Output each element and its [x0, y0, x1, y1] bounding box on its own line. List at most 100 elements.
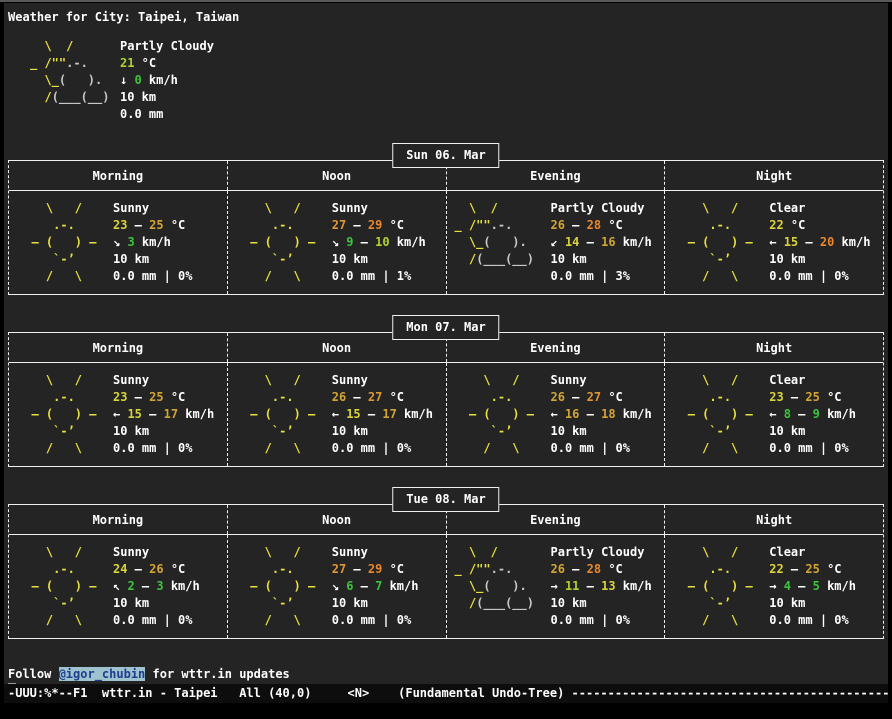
- forecast-cell: \ / .-. – ( ) – `-’ / \Sunny26 – 27 °C← …: [446, 363, 665, 466]
- text-segment: –: [579, 407, 601, 421]
- text-segment: 18: [601, 407, 615, 421]
- text-segment: 0.0 mm | 0%: [113, 269, 192, 283]
- text-segment: \ /: [17, 373, 82, 387]
- text-segment: →: [769, 579, 783, 593]
- sunny-icon-art-line: .-.: [673, 217, 769, 234]
- text-segment: / \: [17, 269, 82, 283]
- text-segment: – ( ) –: [673, 407, 752, 421]
- sunny-icon-art-line: `-’: [236, 423, 332, 440]
- text-segment: –: [784, 562, 806, 576]
- sunny-icon-art-line: .-.: [17, 217, 113, 234]
- column-header-label: Evening: [530, 513, 581, 527]
- forecast-text: Clear22 °C← 15 – 20 km/h10 km0.0 mm | 0%: [769, 200, 870, 285]
- text-segment: km/h: [142, 73, 178, 87]
- weather-detail-line: 0.0 mm | 1%: [332, 268, 426, 285]
- text-segment: .-.: [673, 562, 731, 576]
- text-segment: 23: [113, 218, 127, 232]
- weather-detail-line: 10 km: [551, 595, 652, 612]
- sunny-icon-art-line: – ( ) –: [673, 406, 769, 423]
- forecast-cell: \ / .-. – ( ) – `-’ / \Clear22 °C← 15 – …: [664, 191, 883, 294]
- text-segment: 16: [601, 235, 615, 249]
- sunny-icon-art-line: / \: [236, 612, 332, 629]
- text-segment: ↘: [113, 235, 127, 249]
- weather-detail-line: 10 km: [332, 423, 433, 440]
- text-segment: 26: [332, 390, 346, 404]
- weather-detail-line: Sunny: [332, 200, 426, 217]
- weather-detail-line: 26 – 28 °C: [551, 561, 652, 578]
- text-segment: km/h: [616, 579, 652, 593]
- weather-detail-line: Partly Cloudy: [551, 544, 652, 561]
- text-segment: 0.0 mm | 0%: [551, 613, 630, 627]
- text-segment: 25: [149, 390, 163, 404]
- partly-cloudy-icon-art-line: _ /"".-.: [455, 561, 551, 578]
- current-weather-art: \ /_ /"".-. \_( ). /(___(__): [30, 38, 120, 123]
- weather-art: \ / .-. – ( ) – `-’ / \: [236, 372, 332, 457]
- text-segment: 0: [134, 73, 141, 87]
- sunny-icon-art-line: `-’: [673, 423, 769, 440]
- weather-detail-line: Sunny: [113, 372, 214, 389]
- sunny-icon-art-line: / \: [17, 440, 113, 457]
- text-segment: Clear: [769, 545, 805, 559]
- partly-cloudy-icon-art-line: _ /"".-.: [30, 55, 120, 72]
- text-segment: 25: [805, 390, 819, 404]
- weather-art: \ / .-. – ( ) – `-’ / \: [455, 372, 551, 457]
- text-segment: – ( ) –: [17, 407, 96, 421]
- sunny-icon-art-line: .-.: [236, 561, 332, 578]
- text-segment: Partly Cloudy: [120, 39, 214, 53]
- text-segment: – ( ) –: [236, 235, 315, 249]
- sunny-icon-art-line: – ( ) –: [17, 234, 113, 251]
- date-box: Mon 07. Mar: [392, 315, 499, 340]
- text-segment: / \: [236, 269, 301, 283]
- day-body-row: \ / .-. – ( ) – `-’ / \Sunny23 – 25 °C← …: [9, 363, 883, 466]
- text-segment: 29: [368, 218, 382, 232]
- text-segment: _ /"": [455, 562, 491, 576]
- weather-detail-line: 0.0 mm | 0%: [769, 612, 856, 629]
- forecast-text: Clear23 – 25 °C← 8 – 9 km/h10 km0.0 mm |…: [769, 372, 856, 457]
- partly-cloudy-icon-art-line: \ /: [455, 200, 551, 217]
- text-segment: –: [565, 218, 587, 232]
- weather-detail-line: 0.0 mm | 0%: [113, 612, 200, 629]
- text-segment: \ /: [17, 545, 82, 559]
- weather-art: \ / .-. – ( ) – `-’ / \: [236, 544, 332, 629]
- text-segment: 13: [601, 579, 615, 593]
- forecast-text: Clear22 – 25 °C→ 4 – 5 km/h10 km0.0 mm |…: [769, 544, 856, 629]
- text-segment: 22: [769, 218, 783, 232]
- sunny-icon-art-line: .-.: [455, 389, 551, 406]
- text-segment: \ /: [236, 201, 301, 215]
- text-segment: 17: [164, 407, 178, 421]
- text-segment: 10 km: [551, 596, 587, 610]
- sunny-icon-art-line: – ( ) –: [673, 234, 769, 251]
- text-segment: 15: [127, 407, 141, 421]
- sunny-icon-art-line: – ( ) –: [673, 578, 769, 595]
- column-header-night: Night: [664, 505, 883, 534]
- text-segment: km/h: [390, 235, 426, 249]
- forecast-cell: \ /_ /"".-. \_( ). /(___(__)Partly Cloud…: [446, 191, 665, 294]
- text-segment: – ( ) –: [17, 579, 96, 593]
- sunny-icon-art-line: \ /: [673, 372, 769, 389]
- text-segment: –: [791, 579, 813, 593]
- weather-art: \ / .-. – ( ) – `-’ / \: [673, 200, 769, 285]
- weather-art: \ / .-. – ( ) – `-’ / \: [17, 544, 113, 629]
- text-segment: ←: [769, 407, 783, 421]
- text-segment: – ( ) –: [236, 407, 315, 421]
- forecast-text: Sunny26 – 27 °C← 16 – 18 km/h10 km0.0 mm…: [551, 372, 652, 457]
- text-segment: 0.0 mm | 3%: [551, 269, 630, 283]
- sunny-icon-art-line: `-’: [236, 595, 332, 612]
- twitter-handle-link[interactable]: @igor_chubin: [59, 667, 146, 681]
- weather-detail-line: ↘ 6 – 7 km/h: [332, 578, 419, 595]
- text-segment: / \: [17, 441, 82, 455]
- text-segment: / \: [673, 441, 738, 455]
- text-segment: 24: [113, 562, 127, 576]
- follow-prefix: Follow: [8, 667, 59, 681]
- text-segment: Sunny: [332, 373, 368, 387]
- terminal-window: { "palette": { "bg": "#242424", "fg": "#…: [0, 0, 892, 719]
- text-segment: / \: [236, 613, 301, 627]
- text-segment: (___(__): [476, 596, 534, 610]
- text-segment: – ( ) –: [673, 235, 752, 249]
- text-segment: 25: [805, 562, 819, 576]
- forecast-text: Partly Cloudy26 – 28 °C→ 11 – 13 km/h10 …: [551, 544, 652, 629]
- text-segment: _ /"": [30, 56, 66, 70]
- text-segment: 21: [120, 56, 134, 70]
- forecast-text: Sunny23 – 25 °C↘ 3 km/h10 km0.0 mm | 0%: [113, 200, 192, 285]
- sunny-icon-art-line: / \: [17, 612, 113, 629]
